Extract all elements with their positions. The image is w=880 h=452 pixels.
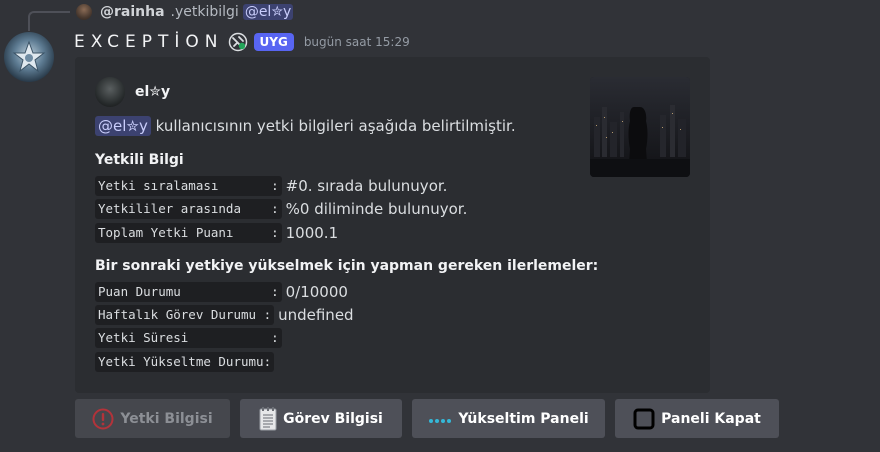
notepad-icon (259, 406, 277, 431)
yetki-bilgisi-button[interactable]: Yetki Bilgisi (75, 399, 230, 438)
reply-text: .yetkibilgi (170, 4, 239, 20)
description-text: kullanıcısının yetki bilgileri aşağıda b… (150, 117, 516, 135)
row-puan-durumu: Puan Durumu : 0/10000 (95, 282, 348, 302)
row-label: Toplam Yetki Puanı : (95, 223, 282, 243)
row-yetki-suresi: Yetki Süresi : (95, 328, 286, 348)
square-icon (633, 408, 655, 430)
message-header: EXCEPTİON UYG bugün saat 15:29 (74, 31, 410, 53)
row-value: #0. sırada bulunuyor. (285, 177, 448, 195)
row-label: Haftalık Görev Durumu : (95, 305, 275, 325)
row-label: Yetki Yükseltme Durumu: (95, 352, 275, 372)
star-emblem-icon (12, 40, 46, 73)
reply-username[interactable]: @rainha (100, 4, 165, 20)
reply-avatar[interactable] (76, 4, 92, 20)
row-label: Yetki sıralaması : (95, 176, 282, 196)
reply-mention[interactable]: @el✮y (242, 4, 294, 20)
paneli-kapat-button[interactable]: Paneli Kapat (615, 399, 779, 438)
row-toplam-yetki-puani: Toplam Yetki Puanı : 1000.1 (95, 223, 338, 243)
button-label: Yetki Bilgisi (120, 410, 213, 427)
author-avatar (95, 77, 125, 107)
hammer-badge-icon (228, 32, 248, 52)
reply-preview[interactable]: @rainha .yetkibilgi @el✮y (76, 0, 294, 24)
button-label: Görev Bilgisi (283, 410, 383, 427)
description-mention[interactable]: @el✮y (95, 116, 151, 136)
row-value: 0/10000 (285, 283, 348, 301)
gorev-bilgisi-button[interactable]: Görev Bilgisi (240, 399, 402, 438)
embed-card: el✮y @el✮y kullanıcısının yetki bilgiler… (75, 57, 710, 393)
embed-thumbnail[interactable] (590, 77, 690, 177)
author-name: el✮y (135, 84, 171, 100)
dots-icon (428, 414, 452, 424)
bot-avatar[interactable] (4, 32, 54, 82)
row-label: Yetki Süresi : (95, 328, 282, 348)
row-value: 1000.1 (285, 224, 339, 242)
row-label: Puan Durumu : (95, 282, 282, 302)
button-label: Yükseltim Paneli (458, 410, 589, 427)
section-title-yetkili: Yetkili Bilgi (95, 152, 184, 168)
embed-description: @el✮y kullanıcısının yetki bilgileri aşa… (95, 116, 516, 136)
row-value: undefined (278, 306, 354, 324)
app-tag: UYG (253, 33, 294, 51)
exclamation-icon (92, 408, 114, 430)
yukseltim-paneli-button[interactable]: Yükseltim Paneli (412, 399, 605, 438)
row-haftalik-gorev-durumu: Haftalık Görev Durumu : undefined (95, 305, 354, 325)
embed-author: el✮y (95, 77, 170, 107)
row-value: %0 diliminde bulunuyor. (285, 200, 468, 218)
row-label: Yetkililer arasında : (95, 199, 282, 219)
button-label: Paneli Kapat (661, 410, 761, 427)
row-yetki-yukseltme-durumu: Yetki Yükseltme Durumu: (95, 352, 278, 372)
row-yetkililer-arasinda: Yetkililer arasında : %0 diliminde bulun… (95, 199, 467, 219)
reply-connector (28, 11, 70, 31)
section-title-ilerlemeler: Bir sonraki yetkiye yükselmek için yapma… (95, 258, 599, 274)
message-timestamp[interactable]: bugün saat 15:29 (304, 35, 410, 49)
bot-username[interactable]: EXCEPTİON (74, 32, 224, 52)
row-yetki-siralamasi: Yetki sıralaması : #0. sırada bulunuyor. (95, 176, 447, 196)
